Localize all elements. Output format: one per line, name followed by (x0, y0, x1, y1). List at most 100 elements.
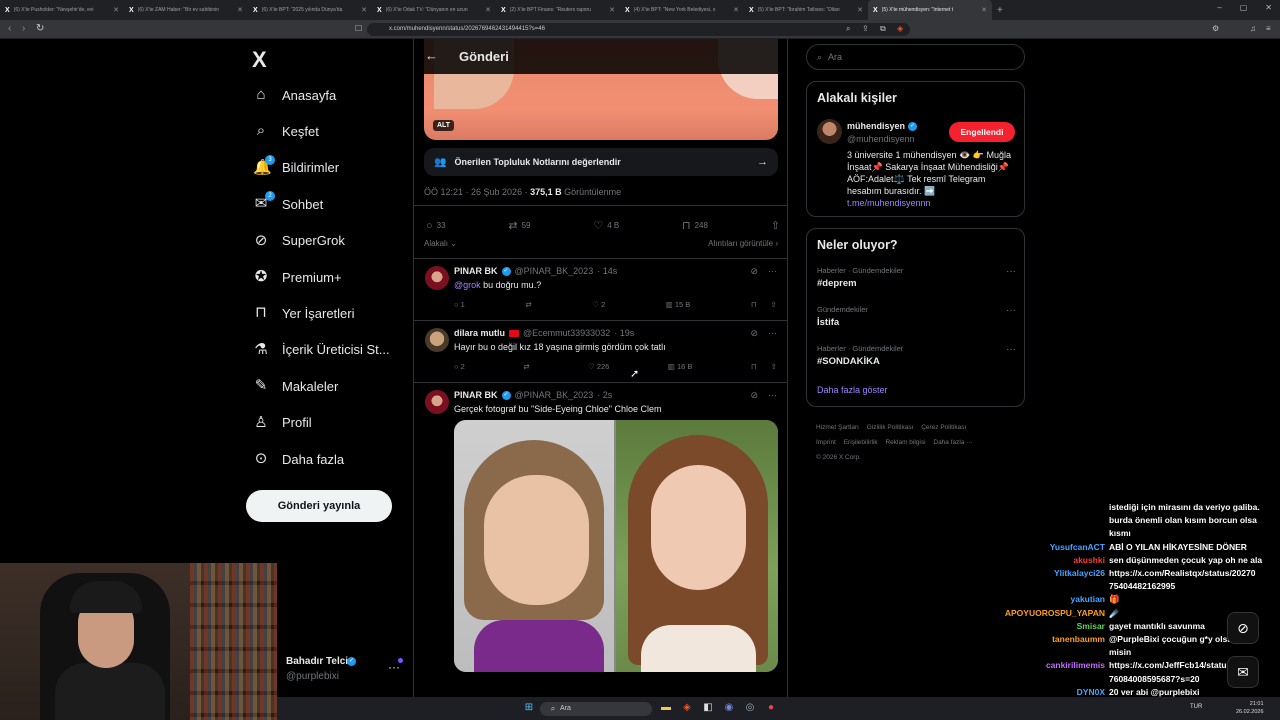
discord-icon[interactable]: ◉ (722, 701, 736, 715)
trend-item[interactable]: Haberler · Gündemdekiler #SONDAKİKA ··· (817, 344, 1016, 367)
more-options-icon[interactable]: ··· (768, 328, 777, 339)
repost-button[interactable]: ⇄ (523, 362, 529, 371)
close-tab-icon[interactable]: ✕ (485, 6, 491, 14)
zoom-icon[interactable]: ⌕ (846, 24, 850, 34)
bookmark-page-icon[interactable]: ☐ (355, 24, 362, 33)
reply-button[interactable]: ○ 2 (454, 362, 465, 371)
share-icon[interactable]: ⇪ (862, 24, 869, 33)
media-icon[interactable]: ♫ (1250, 24, 1256, 33)
close-tab-icon[interactable]: ✕ (733, 6, 739, 14)
nav-item-bookmark[interactable]: ⊓ Yer İşaretleri (253, 300, 354, 326)
steam-icon[interactable]: ◎ (743, 701, 757, 715)
obs-icon[interactable]: ● (764, 701, 778, 715)
grok-icon[interactable]: ⊘ (750, 266, 758, 277)
share-button[interactable]: ⇧ (771, 219, 780, 232)
share-icon[interactable]: ⇧ (771, 300, 777, 309)
related-user-name[interactable]: mühendisyen ✓ (847, 121, 918, 131)
browser-tab[interactable]: X (6) X'te ZAM Haber: "Bir ev sahibinin ✕ (124, 0, 248, 20)
nav-item-premium[interactable]: ✪ Premium+ (253, 264, 342, 290)
nav-item-flask[interactable]: ⚗ İçerik Üreticisi St... (253, 337, 389, 363)
repost-button[interactable]: ⇄ (525, 300, 531, 309)
avatar[interactable] (425, 328, 449, 352)
avatar[interactable] (425, 266, 449, 290)
nav-item-grok[interactable]: ⊘ SuperGrok (253, 228, 345, 254)
more-options-icon[interactable]: ··· (1006, 266, 1016, 277)
forward-nav-icon[interactable]: › (22, 23, 25, 34)
language-indicator[interactable]: TUR (1190, 704, 1202, 710)
install-icon[interactable]: ⧉ (880, 24, 886, 34)
back-nav-icon[interactable]: ‹ (8, 23, 11, 34)
bio-link[interactable]: t.me/muhendisyennn (847, 198, 931, 208)
app-icon[interactable]: ◧ (701, 701, 715, 715)
grok-icon[interactable]: ⊘ (750, 390, 758, 401)
sort-dropdown[interactable]: Alakalı ⌄ (424, 239, 457, 248)
nav-item-more[interactable]: ⊙ Daha fazla (253, 446, 344, 472)
browser-tab[interactable]: X (6) X'te BPT: "2025 yılında Dünya'da ✕ (248, 0, 372, 20)
community-notes-prompt[interactable]: 👥 Önerilen Topluluk Notlarını değerlendi… (424, 148, 778, 176)
more-options-icon[interactable]: ··· (768, 266, 777, 277)
repost-button[interactable]: ⇄ 59 (508, 219, 530, 232)
close-tab-icon[interactable]: ✕ (609, 6, 615, 14)
browser-tab[interactable]: X (2) X'te BPT Finans: "Reuters raporu ✕ (496, 0, 620, 20)
reply-button[interactable]: ○ 1 (454, 300, 465, 309)
nav-item-bell[interactable]: 🔔 3 Bildirimler (253, 154, 339, 181)
footer-link[interactable]: Reklam bilgisi (885, 439, 925, 446)
x-logo[interactable]: X (252, 47, 267, 73)
reply-author[interactable]: PINAR BK (454, 266, 498, 276)
like-button[interactable]: ♡ 4 B (593, 219, 619, 232)
share-icon[interactable]: ⇧ (771, 362, 777, 371)
avatar[interactable] (425, 390, 449, 414)
new-tab-button[interactable]: + (997, 5, 1003, 16)
reply-author[interactable]: PINAR BK (454, 390, 498, 400)
nav-item-home[interactable]: ⌂ Anasayfa (253, 82, 336, 108)
views-button[interactable]: ▥ 15 B (666, 300, 691, 309)
nav-item-profile[interactable]: ♙ Profil (253, 410, 311, 436)
messages-float-icon[interactable]: ✉ (1227, 656, 1259, 688)
account-switcher[interactable]: Bahadır Telci @purplebixi (286, 656, 348, 682)
browser-tab[interactable]: X (4) X'te BPT: "New York Belediyesi, s ✕ (620, 0, 744, 20)
browser-tab[interactable]: X (6) X'te Odak TV: "Dünyanın en uzun ✕ (372, 0, 496, 20)
close-tab-icon[interactable]: ✕ (113, 6, 119, 14)
reply-author[interactable]: dilara mutlu (454, 328, 505, 338)
more-options-icon[interactable]: ··· (768, 390, 777, 401)
browser-tab[interactable]: X (6) X'te Pusholder: "Nevşehir'de, evi ✕ (0, 0, 124, 20)
search-input[interactable]: ⌕ Ara (806, 44, 1025, 70)
close-window-icon[interactable]: ✕ (1265, 3, 1272, 12)
bookmark-button[interactable]: ⊓ 248 (682, 219, 708, 232)
bookmark-icon[interactable]: ⊓ (751, 300, 757, 309)
menu-icon[interactable]: ≡ (1266, 24, 1271, 33)
post-button[interactable]: Gönderi yayınla (246, 490, 392, 522)
grok-icon[interactable]: ⊘ (750, 328, 758, 339)
folder-icon[interactable]: ▬ (659, 701, 673, 715)
like-button[interactable]: ♡ 2 (592, 300, 605, 309)
close-tab-icon[interactable]: ✕ (361, 6, 367, 14)
like-button[interactable]: ♡ 226 (588, 362, 609, 371)
bookmark-icon[interactable]: ⊓ (751, 362, 757, 371)
trend-item[interactable]: Haberler · Gündemdekiler #deprem ··· (817, 266, 1016, 289)
extensions-icon[interactable]: ⚙ (1212, 24, 1219, 33)
alt-badge[interactable]: ALT (433, 120, 455, 131)
view-quotes-link[interactable]: Alıntıları görüntüle › (708, 239, 778, 248)
nav-item-article[interactable]: ✎ Makaleler (253, 373, 339, 399)
windows-start-icon[interactable]: ⊞ (522, 701, 536, 715)
grok-float-icon[interactable]: ⊘ (1227, 612, 1259, 644)
more-options-icon[interactable]: ··· (1006, 344, 1016, 355)
close-tab-icon[interactable]: ✕ (981, 6, 987, 14)
blocked-button[interactable]: Engellendi (949, 122, 1015, 142)
browser-tab[interactable]: X (5) X'te BPT: "İbrahim Tatlıses: "Dilan… (744, 0, 868, 20)
nav-item-search[interactable]: ⌕ Keşfet (253, 118, 319, 144)
mention-link[interactable]: @grok (454, 280, 481, 290)
url-field[interactable]: x.com/muhendisyenn/status/20267694624314… (367, 23, 910, 36)
taskbar-clock[interactable]: 21:01 26.02.2026 (1236, 700, 1264, 716)
trend-item[interactable]: Gündemdekiler İstifa ··· (817, 305, 1016, 328)
reply-button[interactable]: ○ 33 (426, 219, 446, 232)
close-tab-icon[interactable]: ✕ (857, 6, 863, 14)
brave-browser-icon[interactable]: ◈ (680, 701, 694, 715)
footer-link[interactable]: Gizlilik Politikası (867, 424, 914, 431)
show-more-link[interactable]: Daha fazla göster (817, 385, 888, 395)
back-arrow-icon[interactable]: ← (425, 48, 438, 63)
footer-link[interactable]: Daha fazla ··· (933, 439, 972, 446)
minimize-icon[interactable]: – (1217, 3, 1221, 12)
footer-link[interactable]: Erişilebilirlik (844, 439, 878, 446)
reply-image[interactable] (454, 420, 778, 672)
